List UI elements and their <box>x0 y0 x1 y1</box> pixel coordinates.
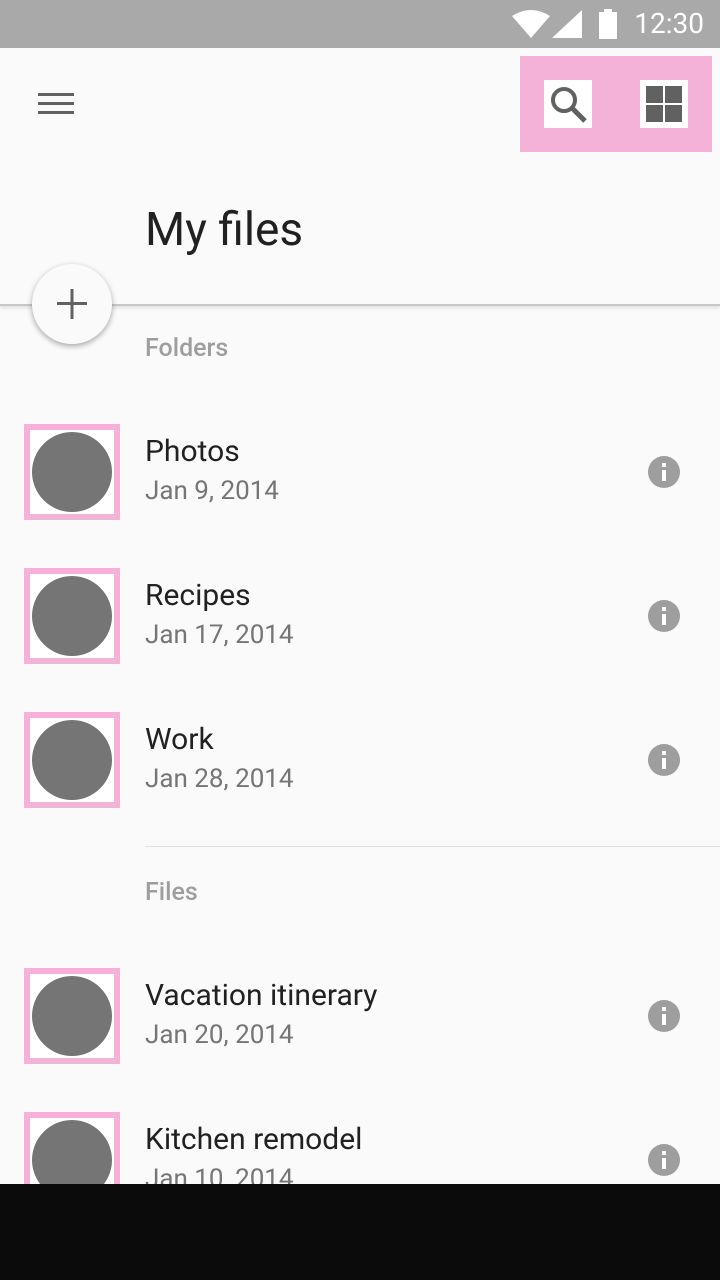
item-date: Jan 10, 2014 <box>145 1164 294 1184</box>
navigation-bar <box>0 1184 720 1280</box>
info-icon <box>648 600 680 632</box>
files-subheader: Files <box>145 878 198 907</box>
item-date: Jan 9, 2014 <box>145 476 279 506</box>
info-icon <box>648 1000 680 1032</box>
search-icon <box>551 87 587 123</box>
avatar-frame <box>24 712 120 808</box>
add-icon <box>57 289 87 319</box>
avatar-frame <box>24 568 120 664</box>
add-button[interactable] <box>32 264 112 344</box>
info-icon <box>648 456 680 488</box>
avatar-frame <box>24 1112 120 1184</box>
avatar <box>32 576 112 656</box>
info-button[interactable] <box>648 600 680 632</box>
view-toggle-button[interactable] <box>616 56 712 152</box>
list-item-file[interactable]: Kitchen remodel Jan 10, 2014 <box>0 1112 720 1184</box>
info-button[interactable] <box>648 456 680 488</box>
cellular-signal-icon <box>552 10 582 38</box>
wifi-icon <box>512 10 550 38</box>
info-icon <box>648 744 680 776</box>
avatar-frame <box>24 968 120 1064</box>
avatar <box>32 1120 112 1184</box>
info-button[interactable] <box>648 1144 680 1176</box>
list-item-folder[interactable]: Photos Jan 9, 2014 <box>0 424 720 544</box>
avatar <box>32 976 112 1056</box>
status-bar: 12:30 <box>0 0 720 48</box>
item-date: Jan 17, 2014 <box>145 620 294 650</box>
item-name: Work <box>145 722 214 757</box>
app-screen: My files Folders Photos Jan 9, 2014 Reci… <box>0 48 720 1184</box>
section-divider <box>145 846 720 847</box>
status-time: 12:30 <box>634 7 704 40</box>
item-name: Vacation itinerary <box>145 978 378 1013</box>
page-title: My files <box>145 203 304 257</box>
avatar-frame <box>24 424 120 520</box>
item-date: Jan 28, 2014 <box>145 764 294 794</box>
item-date: Jan 20, 2014 <box>145 1020 294 1050</box>
grid-view-icon <box>646 86 682 122</box>
info-button[interactable] <box>648 1000 680 1032</box>
search-icon-container <box>544 80 592 128</box>
list-item-folder[interactable]: Work Jan 28, 2014 <box>0 712 720 832</box>
item-name: Kitchen remodel <box>145 1122 363 1157</box>
avatar <box>32 432 112 512</box>
info-button[interactable] <box>648 744 680 776</box>
list-item-folder[interactable]: Recipes Jan 17, 2014 <box>0 568 720 688</box>
battery-icon <box>599 9 617 39</box>
list-item-file[interactable]: Vacation itinerary Jan 20, 2014 <box>0 968 720 1088</box>
menu-icon <box>38 93 74 114</box>
info-icon <box>648 1144 680 1176</box>
avatar <box>32 720 112 800</box>
item-name: Recipes <box>145 578 251 613</box>
item-name: Photos <box>145 434 240 469</box>
folders-subheader: Folders <box>145 334 229 363</box>
search-button[interactable] <box>520 56 616 152</box>
grid-view-icon-container <box>640 80 688 128</box>
menu-button[interactable] <box>24 84 88 124</box>
